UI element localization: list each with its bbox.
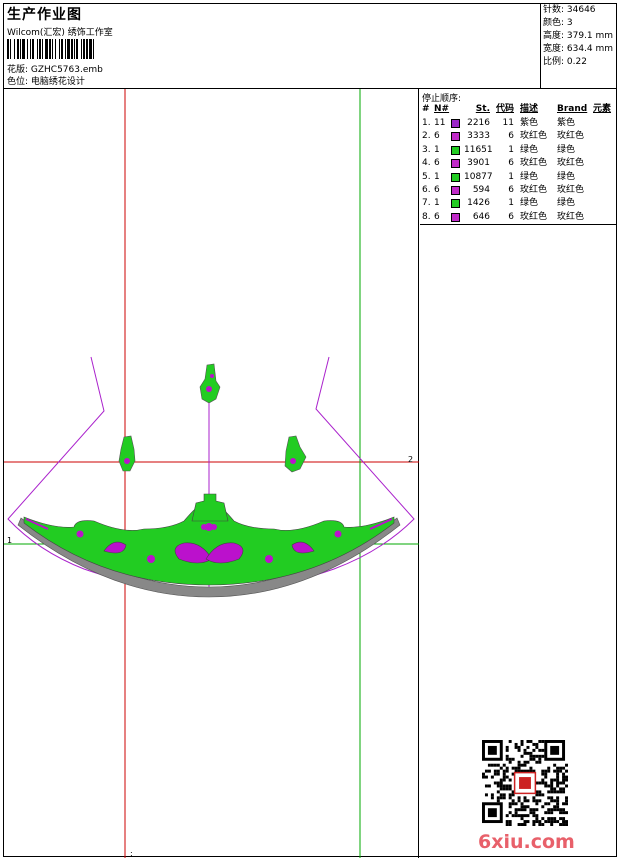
design-canvas: 1 2 : (4, 89, 419, 858)
row-index: 7. (422, 198, 431, 209)
color-swatch (451, 172, 460, 182)
row-description: 绿色 (520, 198, 539, 209)
color-swatch (451, 132, 460, 142)
row-needle: 6 (434, 211, 440, 222)
header-stitches: St. (475, 104, 490, 114)
header-element: 元素 (593, 104, 612, 114)
color-swatch (451, 119, 460, 128)
site-watermark: 6xiu.com (478, 831, 575, 853)
stitch-count: 针数: 34646 (543, 5, 596, 15)
color-swatch (451, 186, 460, 195)
row-needle: 6 (434, 185, 440, 195)
row-code: 11 (502, 118, 514, 128)
row-code: 1 (508, 144, 514, 155)
table-row: 8. 6 646 6 玫红色 玫红色 (420, 211, 616, 224)
guide-tick-two: 2 (408, 455, 413, 464)
row-needle: 1 (434, 171, 440, 182)
header-code: 代码 (495, 104, 514, 114)
row-stitches: 3333 (467, 131, 490, 142)
row-description: 玫红色 (520, 131, 548, 142)
header-description: 描述 (520, 104, 539, 114)
row-index: 1. (422, 118, 431, 128)
row-code: 1 (508, 198, 514, 209)
row-index: 3. (422, 144, 431, 155)
color-count: 颜色: 3 (543, 18, 573, 28)
scale-value: 比例: 0.22 (543, 57, 587, 67)
row-stitches: 10877 (464, 171, 493, 182)
table-row: 4. 6 3901 6 玫红色 玫红色 (420, 157, 616, 170)
guide-tick-one: 1 (7, 536, 12, 545)
row-needle: 6 (434, 131, 440, 142)
production-sheet: 生产作业图 Wilcom(汇宏) 绣饰工作室 花版: GZHC5763.emb … (3, 3, 617, 858)
row-stitches: 3901 (467, 158, 490, 169)
row-brand: 玫红色 (557, 211, 585, 222)
qr-code-icon (482, 740, 568, 826)
sheet-header: 生产作业图 Wilcom(汇宏) 绣饰工作室 花版: GZHC5763.emb … (4, 4, 616, 89)
table-row: 3. 1 11651 1 绿色 绿色 (420, 144, 616, 157)
row-index: 8. (422, 211, 431, 222)
guide-tick-colon: : (130, 849, 133, 858)
header-needle: N# (434, 104, 450, 114)
stop-sequence-panel: 停止顺序: # N# St. 代码 描述 Brand 元素 1. 11 2216 11… (420, 89, 616, 225)
top-ornament (199, 363, 221, 404)
table-row: 7. 1 1426 1 绿色 绿色 (420, 197, 616, 210)
studio-subtitle: Wilcom(汇宏) 绣饰工作室 (7, 28, 113, 38)
header-index: # (422, 104, 430, 114)
color-swatch (451, 199, 460, 209)
row-description: 玫红色 (520, 185, 548, 195)
row-stitches: 646 (472, 211, 490, 222)
row-description: 绿色 (520, 171, 539, 182)
row-code: 1 (508, 171, 514, 182)
row-index: 2. (422, 131, 431, 142)
left-ornament (118, 435, 136, 472)
stats-box: 针数: 34646 颜色: 3 高度: 379.1 mm 宽度: 634.4 m… (540, 4, 616, 89)
row-brand: 绿色 (557, 144, 576, 155)
header-brand: Brand (557, 104, 588, 114)
table-row: 5. 1 10877 1 绿色 绿色 (420, 171, 616, 184)
table-row: 2. 6 3333 6 玫红色 玫红色 (420, 130, 616, 143)
row-needle: 1 (434, 144, 440, 155)
row-description: 紫色 (520, 118, 539, 128)
row-brand: 玫红色 (557, 185, 585, 195)
design-width: 宽度: 634.4 mm (543, 44, 614, 54)
row-index: 4. (422, 158, 431, 169)
row-brand: 绿色 (557, 198, 576, 209)
row-code: 6 (508, 158, 514, 169)
color-swatch (451, 212, 460, 222)
row-stitches: 11651 (464, 144, 493, 155)
table-row: 6. 6 594 6 玫红色 玫红色 (420, 184, 616, 197)
row-brand: 绿色 (557, 171, 576, 182)
color-scheme-label: 色位: 电脑绣花设计 (7, 77, 85, 87)
row-brand: 紫色 (557, 118, 576, 128)
row-needle: 11 (434, 118, 446, 128)
row-description: 玫红色 (520, 211, 548, 222)
row-description: 玫红色 (520, 158, 548, 169)
row-code: 6 (508, 131, 514, 142)
crown-band (17, 493, 401, 598)
row-description: 绿色 (520, 144, 539, 155)
color-swatch (451, 145, 460, 155)
row-needle: 1 (434, 198, 440, 209)
header-left: 生产作业图 Wilcom(汇宏) 绣饰工作室 花版: GZHC5763.emb … (6, 4, 536, 89)
page-title: 生产作业图 (7, 7, 82, 23)
row-index: 6. (422, 185, 431, 195)
row-brand: 玫红色 (557, 131, 585, 142)
embroidery-preview: 1 2 : (4, 89, 419, 858)
design-height: 高度: 379.1 mm (543, 31, 614, 41)
stop-sequence-header: # N# St. 代码 描述 Brand 元素 (420, 103, 616, 116)
row-brand: 玫红色 (557, 158, 585, 169)
row-stitches: 2216 (467, 118, 490, 128)
row-stitches: 594 (472, 185, 490, 195)
barcode-icon (7, 39, 155, 59)
row-stitches: 1426 (467, 198, 490, 209)
row-code: 6 (508, 211, 514, 222)
row-index: 5. (422, 171, 431, 182)
row-needle: 6 (434, 158, 440, 169)
table-row: 1. 11 2216 11 紫色 紫色 (420, 117, 616, 130)
row-code: 6 (508, 185, 514, 195)
right-ornament (284, 435, 307, 473)
color-swatch (451, 159, 460, 169)
